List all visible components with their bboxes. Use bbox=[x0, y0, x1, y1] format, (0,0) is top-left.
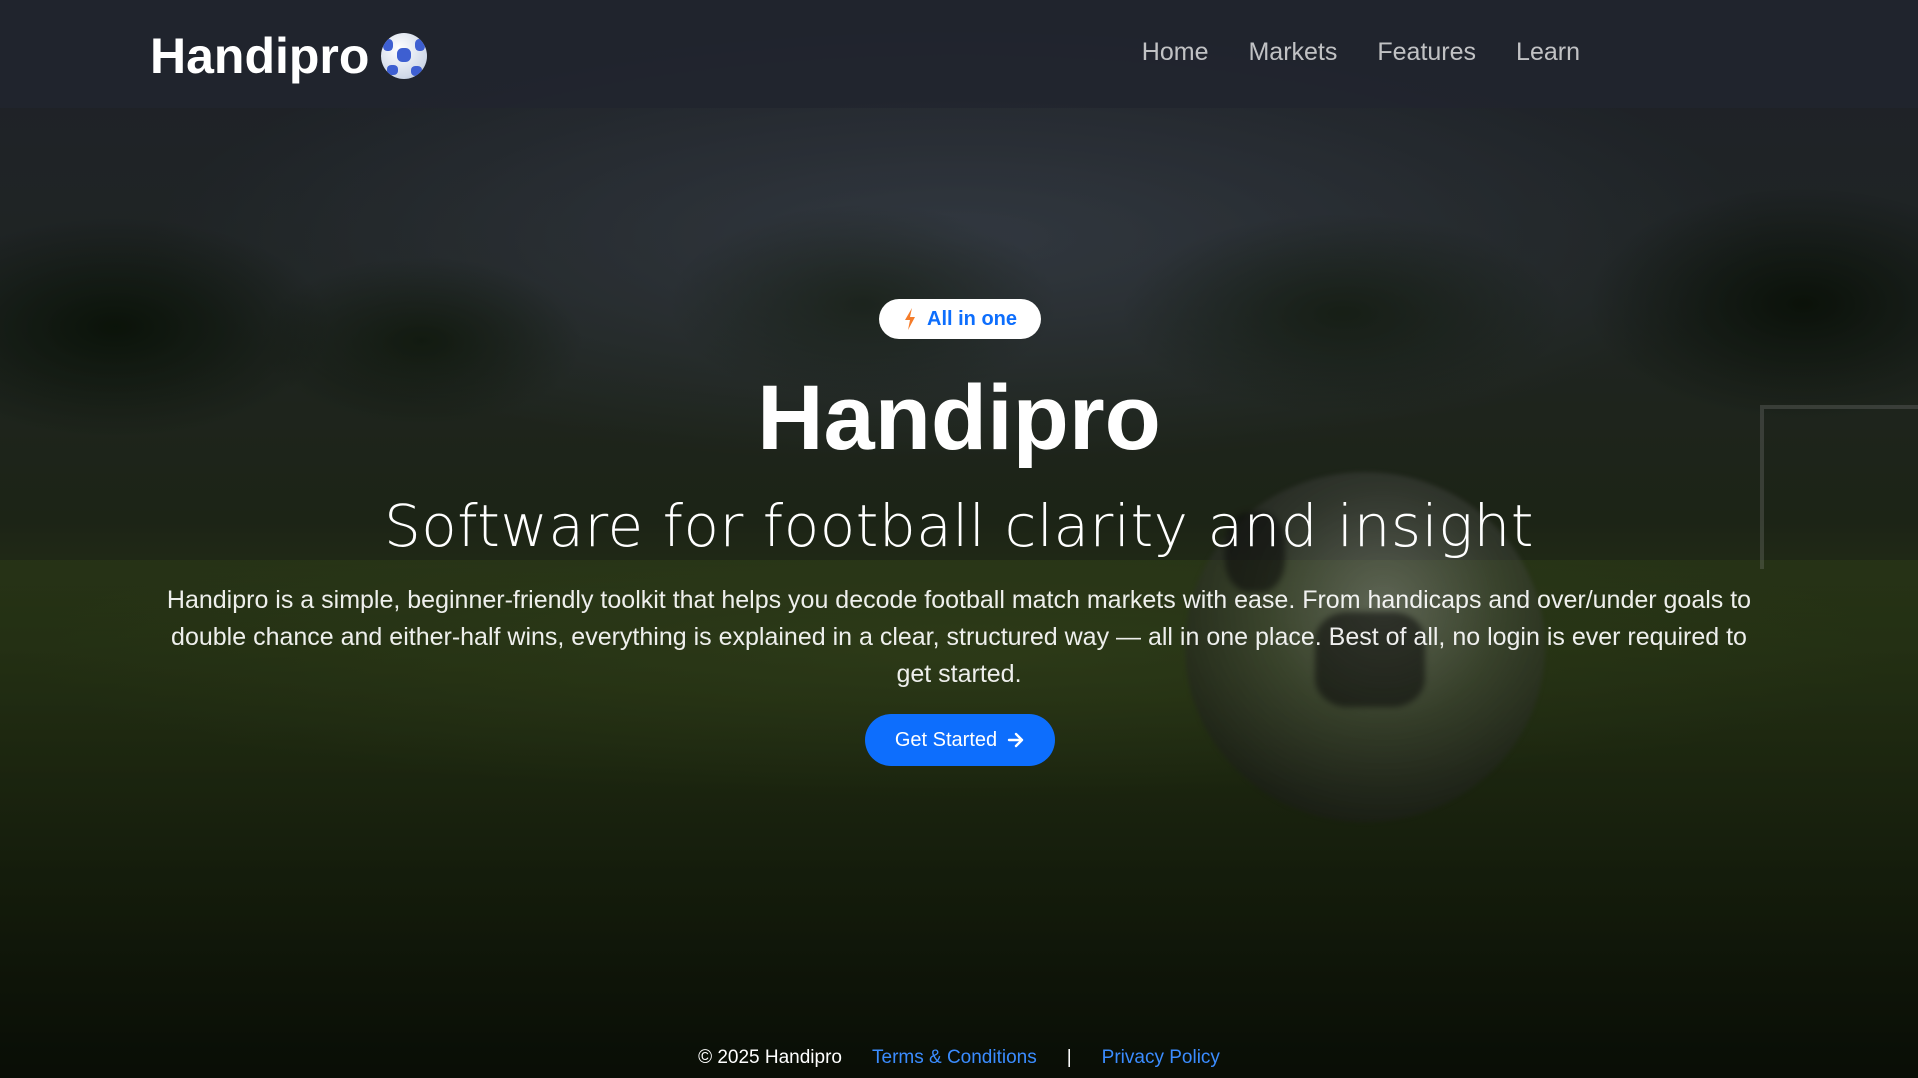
brand-link[interactable]: Handipro bbox=[150, 26, 428, 86]
badge-label: All in one bbox=[927, 307, 1017, 330]
terms-link[interactable]: Terms & Conditions bbox=[872, 1047, 1037, 1069]
get-started-label: Get Started bbox=[894, 728, 998, 751]
privacy-link[interactable]: Privacy Policy bbox=[1102, 1047, 1220, 1069]
arrow-right-icon bbox=[1007, 732, 1024, 748]
nav-links: Home Markets Features Learn bbox=[1142, 38, 1580, 67]
hero-subtitle: Software for football clarity and insigh… bbox=[383, 492, 1535, 560]
nav-link-markets[interactable]: Markets bbox=[1248, 38, 1337, 67]
all-in-one-badge: All in one bbox=[879, 299, 1041, 339]
footer: © 2025 Handipro Terms & Conditions | Pri… bbox=[0, 1044, 1918, 1072]
copyright-text: © 2025 Handipro bbox=[698, 1047, 842, 1068]
get-started-button[interactable]: Get Started bbox=[865, 714, 1055, 766]
navbar: Handipro Home Markets Features Learn bbox=[0, 0, 1918, 108]
hero-description: Handipro is a simple, beginner-friendly … bbox=[166, 586, 1752, 688]
hero-title: Handipro bbox=[757, 367, 1161, 469]
soccer-ball-icon bbox=[381, 33, 428, 79]
lightning-bolt-icon bbox=[905, 308, 915, 330]
brand-name: Handipro bbox=[150, 28, 370, 84]
nav-link-features[interactable]: Features bbox=[1377, 38, 1476, 67]
nav-link-learn[interactable]: Learn bbox=[1516, 38, 1580, 67]
footer-separator: | bbox=[1066, 1047, 1072, 1068]
nav-link-home[interactable]: Home bbox=[1142, 38, 1209, 67]
